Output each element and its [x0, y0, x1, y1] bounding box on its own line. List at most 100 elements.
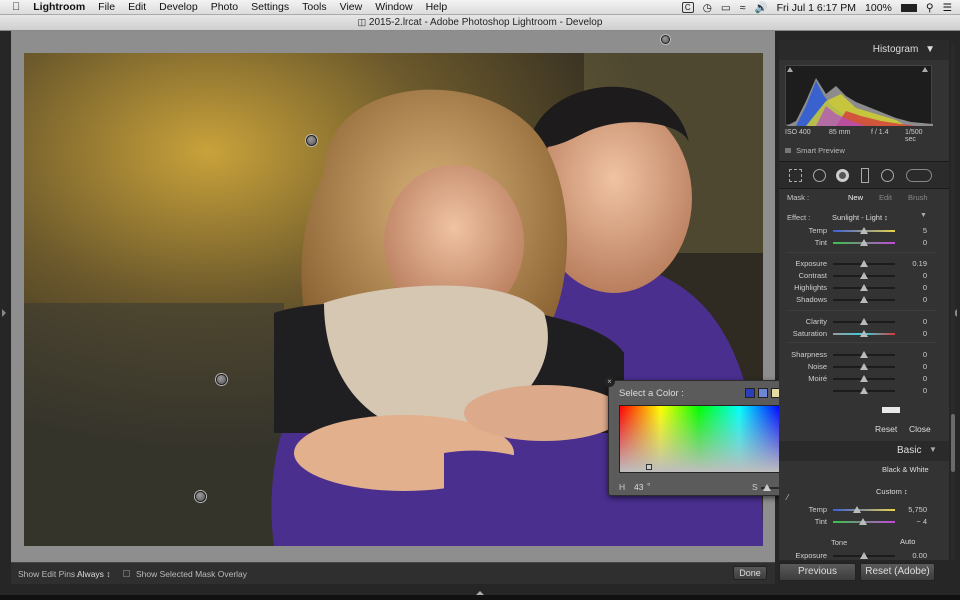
- radial-filter-icon[interactable]: [881, 169, 894, 182]
- menu-settings[interactable]: Settings: [251, 1, 289, 13]
- panel-scrollbar[interactable]: [951, 44, 955, 560]
- local-slider-row[interactable]: Temp 5: [779, 225, 949, 237]
- volume-icon[interactable]: 🔊: [755, 1, 768, 14]
- edit-pin[interactable]: [216, 374, 227, 385]
- slider-value[interactable]: 0.19: [887, 258, 927, 270]
- mask-edit-button[interactable]: Edit: [879, 193, 892, 202]
- mask-overlay-checkbox[interactable]: [123, 570, 130, 577]
- wb-select[interactable]: Custom ↕: [876, 487, 908, 496]
- saturation-slider-knob[interactable]: [763, 484, 771, 491]
- reset-adobe-button[interactable]: Reset (Adobe): [860, 563, 935, 581]
- slider-knob[interactable]: [860, 351, 868, 358]
- menu-window[interactable]: Window: [375, 1, 412, 13]
- effect-collapse-icon[interactable]: ▼: [920, 212, 927, 219]
- airplay-icon[interactable]: ▭: [721, 2, 731, 14]
- local-slider-row[interactable]: Saturation 0: [779, 328, 949, 340]
- slider-knob[interactable]: [860, 272, 868, 279]
- slider-value[interactable]: 0: [887, 373, 927, 385]
- previous-button[interactable]: Previous: [779, 563, 856, 581]
- slider-value[interactable]: 0: [887, 237, 927, 249]
- left-panel-toggle-icon[interactable]: [2, 309, 6, 317]
- basic-exposure-slider[interactable]: Exposure 0.00: [779, 550, 949, 560]
- slider-value[interactable]: 0: [887, 294, 927, 306]
- tone-auto-button[interactable]: Auto: [900, 537, 915, 546]
- basic-header[interactable]: Basic ▼: [779, 441, 949, 461]
- show-edit-pins-select[interactable]: Always ↕: [77, 569, 111, 579]
- basic-temp-value[interactable]: 5,750: [887, 504, 927, 516]
- basic-collapse-icon[interactable]: ▼: [929, 445, 937, 454]
- menu-tools[interactable]: Tools: [302, 1, 327, 13]
- menu-edit[interactable]: Edit: [128, 1, 146, 13]
- battery-text[interactable]: 100%: [865, 2, 892, 14]
- basic-tint-slider[interactable]: Tint − 4: [779, 516, 949, 528]
- panel-scrollbar-thumb[interactable]: [951, 414, 955, 472]
- smart-preview-row[interactable]: Smart Preview: [785, 146, 845, 155]
- histogram-header[interactable]: Histogram ▼: [779, 40, 949, 60]
- adjustment-brush-icon[interactable]: [906, 169, 932, 182]
- color-target-marker[interactable]: [646, 464, 652, 470]
- hue-value[interactable]: 43: [634, 482, 643, 492]
- slider-value[interactable]: 0: [887, 316, 927, 328]
- collapse-triangle-icon[interactable]: ▼: [925, 44, 935, 55]
- menu-photo[interactable]: Photo: [211, 1, 238, 13]
- basic-tint-value[interactable]: − 4: [887, 516, 927, 528]
- slider-track[interactable]: [833, 509, 895, 511]
- slider-knob[interactable]: [860, 375, 868, 382]
- menu-file[interactable]: File: [98, 1, 115, 13]
- slider-value[interactable]: 0: [887, 385, 927, 397]
- done-button[interactable]: Done: [733, 566, 767, 580]
- slider-knob[interactable]: [853, 506, 861, 513]
- slider-value[interactable]: 0: [887, 282, 927, 294]
- timemachine-icon[interactable]: ◷: [703, 2, 712, 14]
- apple-icon[interactable]: : [12, 1, 20, 13]
- menu-help[interactable]: Help: [426, 1, 448, 13]
- edit-pin[interactable]: [306, 135, 317, 146]
- local-slider-row[interactable]: Noise 0: [779, 361, 949, 373]
- graduated-filter-icon[interactable]: [861, 168, 869, 183]
- slider-value[interactable]: 0: [887, 361, 927, 373]
- local-slider-row[interactable]: Tint 0: [779, 237, 949, 249]
- slider-knob[interactable]: [860, 260, 868, 267]
- slider-knob[interactable]: [860, 363, 868, 370]
- local-slider-row[interactable]: Moiré 0: [779, 373, 949, 385]
- panel-reset-button[interactable]: Reset: [875, 424, 897, 434]
- slider-knob[interactable]: [860, 552, 868, 559]
- slider-knob[interactable]: [860, 296, 868, 303]
- slider-value[interactable]: 0: [887, 328, 927, 340]
- panel-close-button[interactable]: Close: [909, 424, 931, 434]
- slider-knob[interactable]: [860, 227, 868, 234]
- basic-exposure-value[interactable]: 0.00: [887, 550, 927, 560]
- shadow-clipping-icon[interactable]: [787, 67, 793, 72]
- spot-removal-icon[interactable]: [813, 169, 826, 182]
- edit-pin[interactable]: [661, 35, 670, 44]
- slider-value[interactable]: 0: [887, 270, 927, 282]
- clock-text[interactable]: Fri Jul 1 6:17 PM: [777, 2, 856, 14]
- black-white-button[interactable]: Black & White: [882, 465, 929, 474]
- effect-preset-select[interactable]: Sunlight - Light ↕: [832, 213, 888, 222]
- slider-knob[interactable]: [860, 284, 868, 291]
- color-swatch[interactable]: [758, 388, 768, 398]
- local-slider-row[interactable]: Clarity 0: [779, 316, 949, 328]
- local-slider-row[interactable]: Highlights 0: [779, 282, 949, 294]
- crop-tool-icon[interactable]: [789, 169, 802, 182]
- redeye-icon[interactable]: [836, 169, 849, 182]
- local-slider-row[interactable]: Exposure 0.19: [779, 258, 949, 270]
- color-swatch[interactable]: [745, 388, 755, 398]
- menu-app-name[interactable]: Lightroom: [33, 1, 85, 13]
- creative-cloud-icon[interactable]: C: [681, 2, 694, 13]
- slider-knob[interactable]: [860, 330, 868, 337]
- local-slider-row[interactable]: Shadows 0: [779, 294, 949, 306]
- slider-knob[interactable]: [860, 318, 868, 325]
- basic-temp-slider[interactable]: Temp 5,750: [779, 504, 949, 516]
- notification-center-icon[interactable]: ☰: [943, 2, 952, 14]
- close-icon[interactable]: ×: [604, 376, 615, 387]
- slider-knob[interactable]: [859, 518, 867, 525]
- menu-develop[interactable]: Develop: [159, 1, 198, 13]
- wifi-icon[interactable]: ≈: [740, 2, 746, 14]
- menu-view[interactable]: View: [340, 1, 363, 13]
- slider-knob[interactable]: [860, 387, 868, 394]
- slider-knob[interactable]: [860, 239, 868, 246]
- eyedropper-icon[interactable]: ⁄: [787, 493, 788, 502]
- highlight-clipping-icon[interactable]: [922, 67, 928, 72]
- slider-value[interactable]: 0: [887, 349, 927, 361]
